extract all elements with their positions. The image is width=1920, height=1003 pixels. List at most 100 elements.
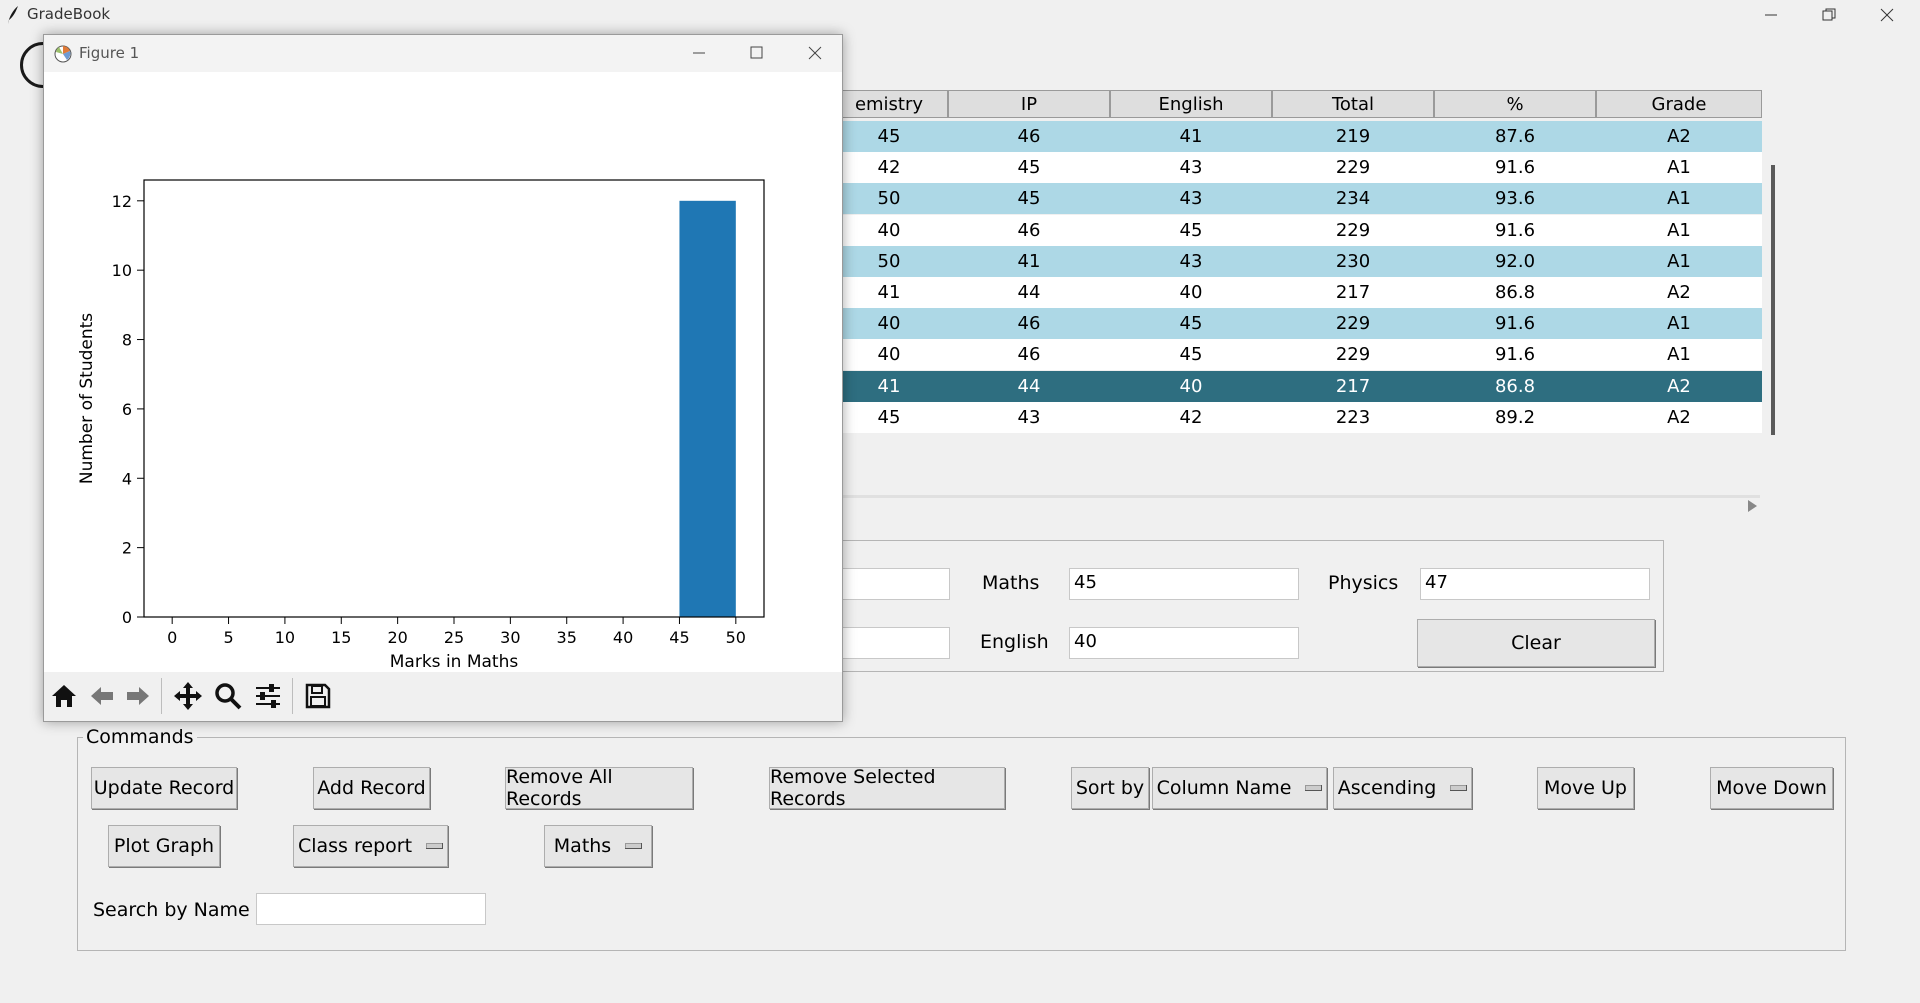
table-row[interactable]: 41 44 40 217 86.8 A2	[830, 277, 1762, 308]
column-header[interactable]: %	[1434, 90, 1596, 118]
x-tick-label: 30	[500, 628, 520, 647]
zoom-button[interactable]	[210, 679, 246, 713]
table-row[interactable]: 45 46 41 219 87.6 A2	[830, 121, 1762, 152]
vertical-scroll-thumb[interactable]	[1771, 165, 1775, 435]
table-cell: 43	[1179, 188, 1203, 210]
table-cell: 50	[877, 250, 901, 272]
remove-all-records-button[interactable]: Remove All Records	[505, 766, 693, 810]
maths-field[interactable]: 45	[1069, 568, 1299, 600]
sort-by-button[interactable]: Sort by	[1071, 767, 1149, 809]
scroll-right-arrow-icon[interactable]	[1748, 500, 1757, 512]
menu-indicator-icon	[1450, 785, 1468, 791]
records-table[interactable]: emistry IP English Total% Grade 45 46 41 219 87.…	[830, 90, 1762, 435]
table-cell: 234	[1335, 188, 1371, 210]
x-tick-label: 0	[167, 628, 177, 647]
column-header[interactable]: English	[1110, 90, 1272, 118]
table-cell: A2	[1667, 126, 1691, 147]
table-cell: 40	[877, 344, 901, 366]
y-tick-label: 6	[122, 400, 132, 419]
table-row[interactable]: 50 41 43 230 92.0 A1	[830, 245, 1762, 277]
x-tick-label: 5	[223, 628, 233, 647]
table-cell: 93.6	[1494, 188, 1536, 210]
pan-button[interactable]	[170, 679, 206, 713]
class-report-value: Class report	[297, 835, 413, 857]
close-icon	[808, 46, 822, 60]
table-cell: 41	[1179, 126, 1203, 147]
sort-order-menu[interactable]: Ascending	[1333, 767, 1472, 809]
table-cell: 86.8	[1494, 282, 1536, 303]
x-tick-label: 35	[557, 628, 577, 647]
table-cell: 46	[1017, 313, 1041, 335]
column-header[interactable]: Grade	[1596, 90, 1762, 118]
column-header[interactable]: IP	[948, 90, 1110, 118]
main-titlebar: GradeBook	[0, 0, 1920, 30]
table-cell: A1	[1667, 219, 1691, 241]
table-horizontal-scrollbar[interactable]	[830, 495, 1760, 498]
figure-minimize-button[interactable]	[684, 43, 714, 63]
table-row[interactable]: 40 46 45 229 91.6 A1	[830, 339, 1762, 371]
table-cell: 40	[877, 219, 901, 241]
y-tick-label: 0	[122, 608, 132, 627]
forward-button[interactable]	[120, 679, 156, 713]
subject-menu[interactable]: Maths	[544, 825, 652, 867]
minimize-icon	[693, 52, 705, 54]
figure-titlebar[interactable]: Figure 1	[44, 35, 842, 72]
hidden-field-2[interactable]	[830, 627, 950, 659]
table-cell: 50	[877, 188, 901, 210]
x-tick-label: 45	[669, 628, 689, 647]
restore-icon	[1822, 8, 1836, 21]
class-report-menu[interactable]: Class report	[293, 825, 448, 867]
physics-field[interactable]: 47	[1420, 568, 1650, 600]
move-down-button[interactable]: Move Down	[1710, 767, 1833, 809]
table-cell: 229	[1335, 344, 1371, 366]
table-row-selected[interactable]: 41 44 40 217 86.8 A2	[830, 370, 1762, 402]
hidden-field-1[interactable]	[830, 568, 950, 600]
maximize-icon	[750, 46, 763, 59]
minimize-icon	[1765, 14, 1777, 16]
close-button[interactable]	[1858, 0, 1916, 30]
x-tick-label: 50	[726, 628, 746, 647]
table-cell: A1	[1667, 344, 1691, 366]
table-cell: 42	[877, 157, 901, 179]
back-button[interactable]	[84, 679, 120, 713]
y-tick-label: 10	[112, 261, 132, 280]
table-cell: 87.6	[1494, 126, 1536, 147]
pan-icon	[174, 682, 202, 710]
update-record-button[interactable]: Update Record	[91, 767, 237, 809]
table-cell: 217	[1335, 282, 1371, 303]
configure-button[interactable]	[250, 679, 286, 713]
table-row[interactable]: 42 45 43 229 91.6 A1	[830, 152, 1762, 184]
table-row[interactable]: 45 43 42 223 89.2 A2	[830, 401, 1762, 433]
remove-selected-records-button[interactable]: Remove Selected Records	[769, 766, 1005, 810]
move-up-button[interactable]: Move Up	[1537, 767, 1634, 809]
save-button[interactable]	[300, 679, 336, 713]
table-cell: 217	[1335, 375, 1371, 397]
column-header[interactable]: Total	[1272, 90, 1434, 118]
table-cell: 45	[1017, 157, 1041, 179]
table-cell: 86.8	[1494, 375, 1536, 397]
home-button[interactable]	[46, 679, 82, 713]
sort-column-menu[interactable]: Column Name	[1152, 767, 1327, 809]
table-cell: 46	[1017, 126, 1041, 147]
clear-button[interactable]: Clear	[1417, 619, 1655, 667]
table-row[interactable]: 50 45 43 234 93.6 A1	[830, 183, 1762, 215]
figure-window[interactable]: Figure 1 0 5 10 15 20 25 30 35 40 45 50 0 2 4 6 8 10 12 M…	[43, 34, 843, 722]
table-row[interactable]: 40 46 45 229 91.6 A1	[830, 214, 1762, 246]
restore-button[interactable]	[1800, 0, 1858, 30]
column-header[interactable]: emistry	[830, 90, 948, 118]
minimize-button[interactable]	[1742, 0, 1800, 30]
figure-close-button[interactable]	[800, 43, 830, 63]
forward-icon	[127, 687, 149, 705]
table-cell: 229	[1335, 219, 1371, 241]
y-tick-label: 12	[112, 192, 132, 211]
table-row[interactable]: 40 46 45 229 91.6 A1	[830, 308, 1762, 340]
figure-maximize-button[interactable]	[742, 43, 772, 63]
search-input[interactable]	[256, 893, 486, 925]
table-cell: A1	[1667, 250, 1691, 272]
english-field[interactable]: 40	[1069, 627, 1299, 659]
add-record-button[interactable]: Add Record	[313, 767, 430, 809]
plot-graph-button[interactable]: Plot Graph	[108, 825, 220, 867]
sort-order-value: Ascending	[1337, 777, 1437, 799]
table-cell: 229	[1335, 157, 1371, 179]
table-cell: 230	[1335, 250, 1371, 272]
